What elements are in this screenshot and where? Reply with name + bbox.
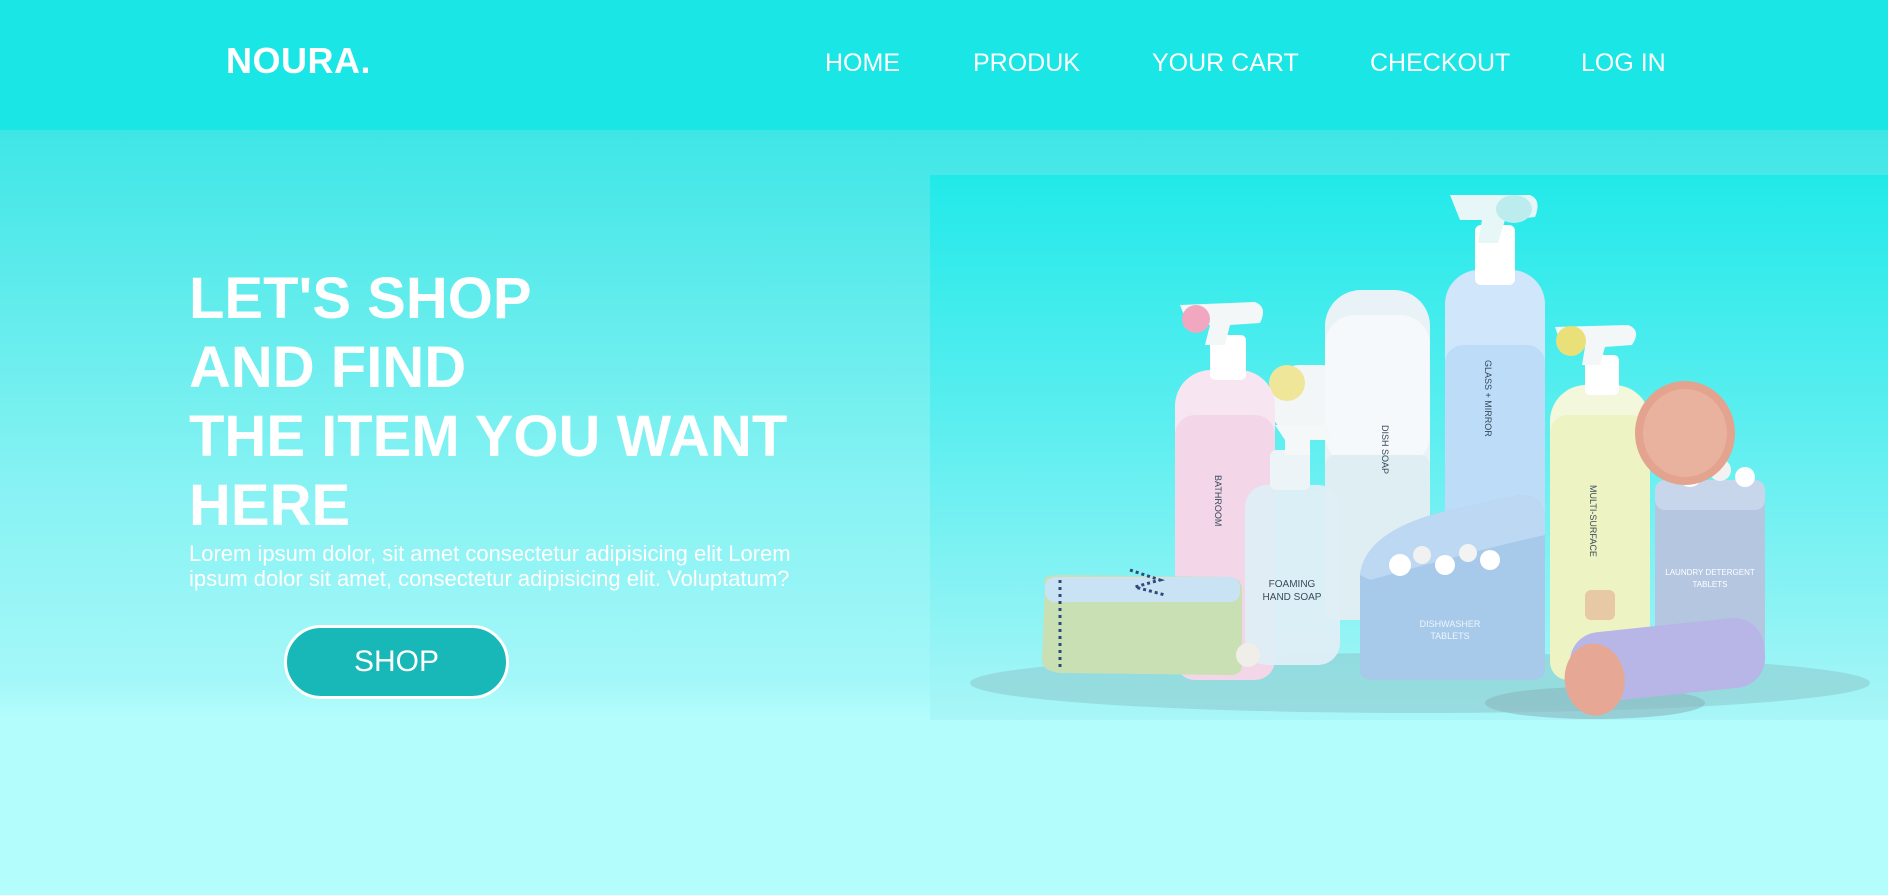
navbar: NOURA. HOME PRODUK YOUR CART CHECKOUT LO… bbox=[0, 0, 1888, 130]
nav-your-cart[interactable]: YOUR CART bbox=[1152, 49, 1299, 78]
dishwasher-label: DISHWASHER bbox=[1420, 619, 1481, 629]
hero-description: Lorem ipsum dolor, sit amet consectetur … bbox=[189, 541, 791, 591]
nav-home[interactable]: HOME bbox=[825, 49, 900, 78]
hero-product-image: DISH SOAP GLASS + MIRROR BATHROOM MULTI-… bbox=[930, 175, 1888, 720]
hero-title-line-2: AND FIND bbox=[189, 335, 467, 400]
hero-title-line-1: LET'S SHOP bbox=[189, 266, 532, 331]
nav-log-in[interactable]: LOG IN bbox=[1581, 49, 1666, 78]
cleaning-products-illustration: DISH SOAP GLASS + MIRROR BATHROOM MULTI-… bbox=[970, 195, 1870, 719]
laundry-tablets-label: TABLETS bbox=[1693, 580, 1728, 589]
dishwasher-tablets-label: TABLETS bbox=[1430, 631, 1469, 641]
nav-produk[interactable]: PRODUK bbox=[973, 49, 1080, 78]
laundry-label: LAUNDRY DETERGENT bbox=[1665, 568, 1755, 577]
multi-surface-label: MULTI-SURFACE bbox=[1588, 485, 1598, 557]
nav-menu: HOME PRODUK YOUR CART CHECKOUT LOG IN bbox=[0, 49, 1888, 81]
hero-title: LET'S SHOP AND FIND THE ITEM YOU WANT HE… bbox=[189, 264, 787, 540]
shop-button[interactable]: SHOP bbox=[284, 625, 509, 699]
bathroom-label: BATHROOM bbox=[1213, 475, 1223, 526]
nav-checkout[interactable]: CHECKOUT bbox=[1370, 49, 1510, 78]
hand-soap-label: HAND SOAP bbox=[1263, 592, 1322, 603]
hero-title-line-4: HERE bbox=[189, 473, 351, 538]
hero-title-line-3: THE ITEM YOU WANT bbox=[189, 404, 788, 469]
foaming-label: FOAMING bbox=[1269, 579, 1316, 590]
glass-mirror-label: GLASS + MIRROR bbox=[1483, 360, 1493, 437]
dish-soap-label: DISH SOAP bbox=[1380, 425, 1390, 474]
